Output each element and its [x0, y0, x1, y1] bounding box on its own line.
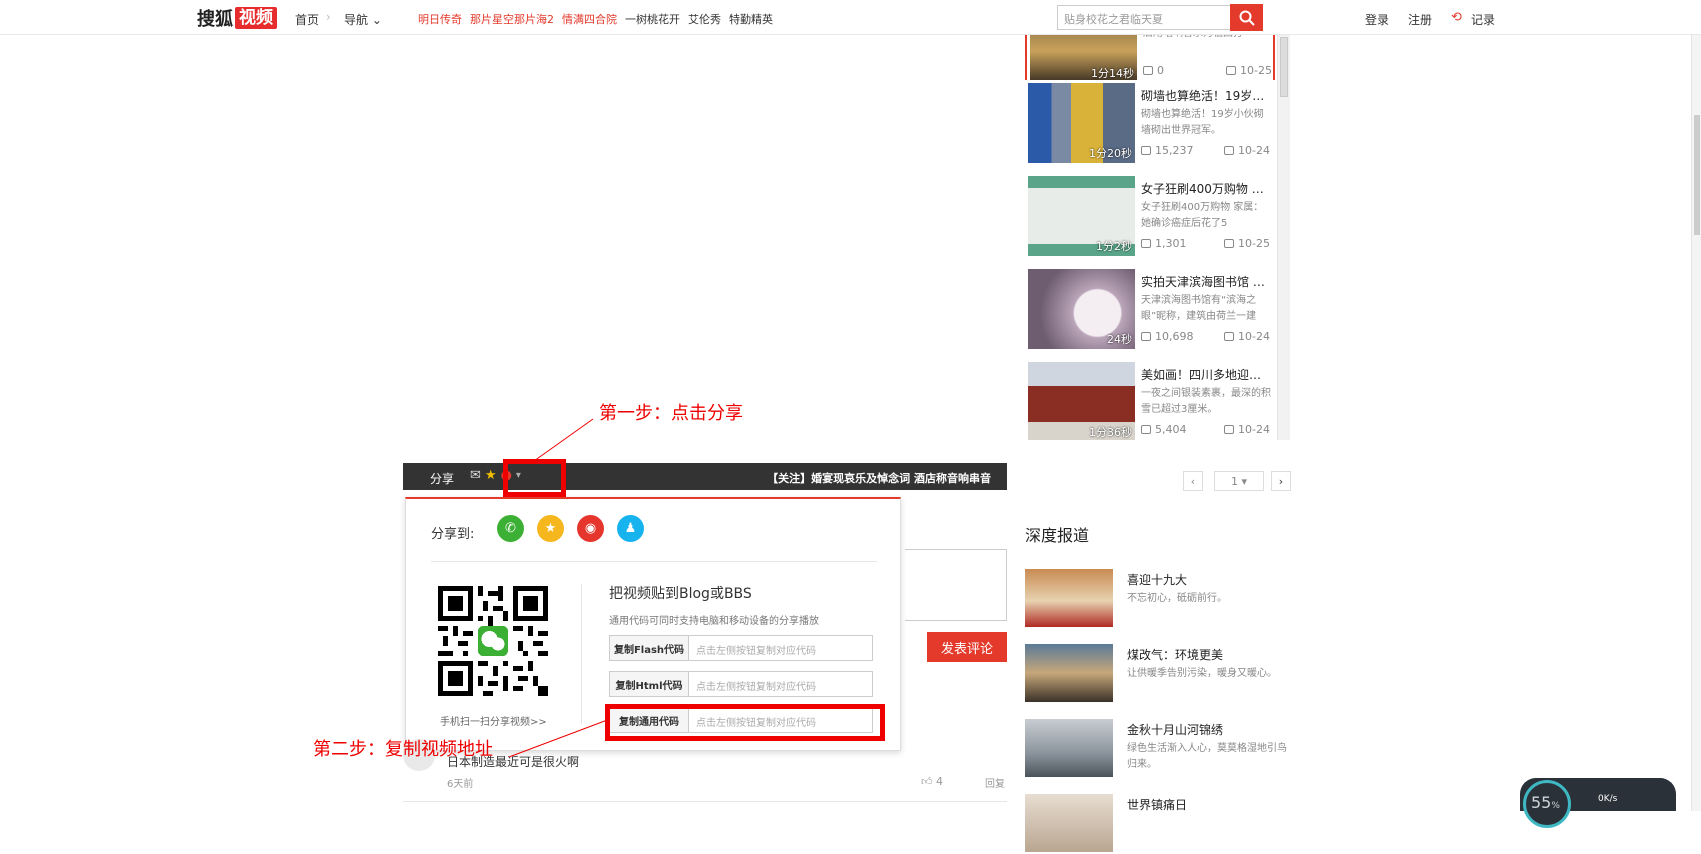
annotation-lines — [508, 418, 611, 758]
speed-percent-unit: % — [1551, 801, 1560, 811]
speed-percent: 55% — [1531, 793, 1560, 812]
page-scrollbar[interactable] — [1691, 35, 1701, 811]
scrollbar-thumb[interactable] — [1694, 115, 1700, 235]
annotation-step1: 第一步：点击分享 — [599, 403, 743, 424]
speed-rate: 0K/s — [1598, 794, 1618, 804]
annotation-step2: 第二步：复制视频地址 — [313, 739, 493, 760]
speed-percent-value: 55 — [1531, 793, 1552, 812]
